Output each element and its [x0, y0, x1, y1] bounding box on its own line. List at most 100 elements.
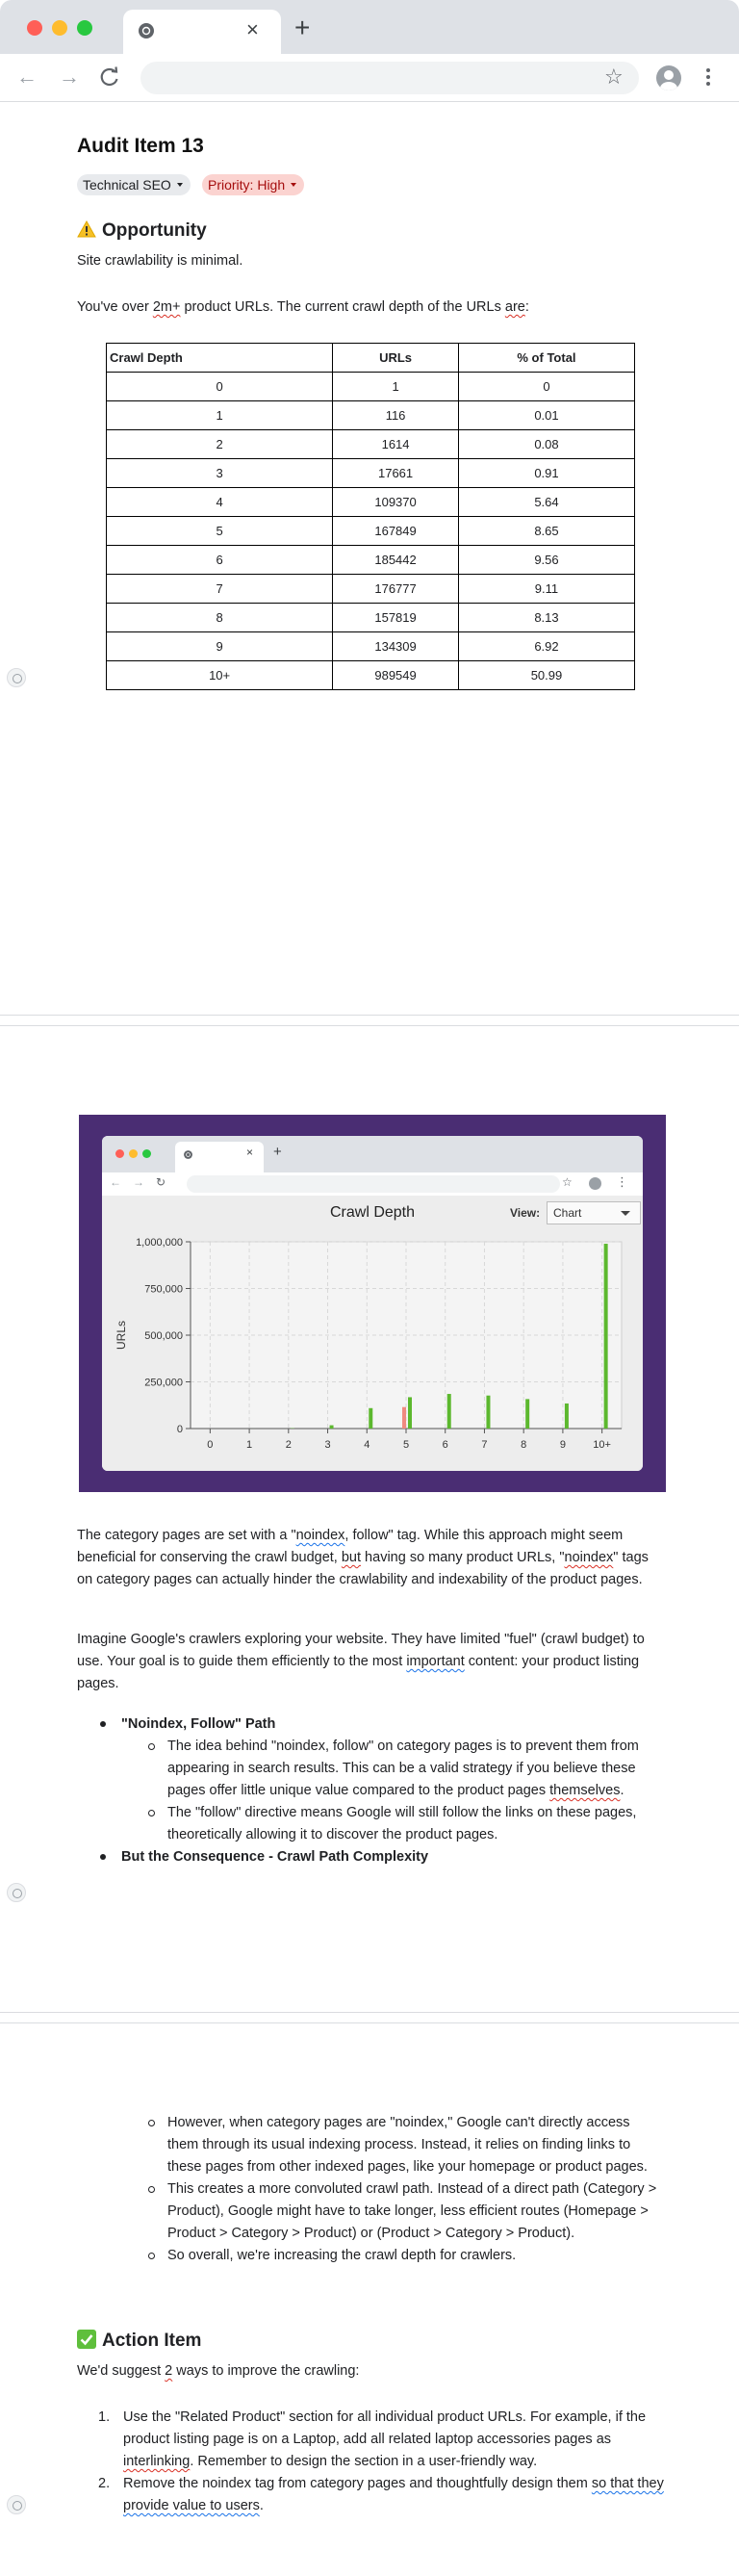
table-cell: 10+	[105, 660, 334, 690]
page-break	[0, 2012, 739, 2023]
list-item: The idea behind "noindex, follow" on cat…	[77, 1736, 664, 1802]
table-row: 7 176777 9.11	[105, 574, 636, 604]
view-dropdown[interactable]: Chart	[547, 1201, 641, 1224]
table-cell: 4	[105, 487, 334, 517]
y-tick-label: 1,000,000	[136, 1237, 183, 1249]
action-intro: We'd suggest 2 ways to improve the crawl…	[77, 2360, 664, 2383]
text-run: The category pages are set with a "	[77, 1528, 296, 1543]
comment-margin-icon[interactable]	[7, 668, 26, 687]
table-cell: 8.13	[457, 603, 636, 632]
column-header: Crawl Depth	[105, 343, 334, 373]
forward-arrow-icon: →	[133, 1175, 144, 1189]
list-item: But the Consequence - Crawl Path Complex…	[77, 1846, 664, 1868]
close-tab-icon[interactable]: ×	[246, 18, 259, 41]
maximize-window-button[interactable]	[77, 20, 92, 36]
close-tab-icon: ×	[246, 1146, 254, 1159]
list-item: The "follow" directive means Google will…	[77, 1802, 664, 1846]
table-cell: 8	[105, 603, 334, 632]
screenshot-maximize-dot	[142, 1149, 151, 1158]
list-number: 2.	[98, 2476, 111, 2491]
spellcheck-word: 2m+	[152, 299, 181, 315]
table-cell: 0.08	[457, 429, 636, 459]
paragraph-crawl-budget: Imagine Google's crawlers exploring your…	[77, 1629, 664, 1695]
text-run: :	[524, 299, 529, 315]
bullet-list-continued: However, when category pages are "noinde…	[77, 2112, 664, 2267]
minimize-window-button[interactable]	[52, 20, 67, 36]
column-header: % of Total	[457, 343, 636, 373]
tab-bar: × +	[0, 0, 739, 54]
action-item-heading: Action Item	[77, 2330, 201, 2352]
table-cell: 17661	[332, 458, 459, 488]
profile-avatar-icon	[589, 1177, 601, 1190]
bar	[603, 1244, 608, 1429]
comment-margin-icon[interactable]	[7, 1883, 26, 1902]
x-tick-label: 1	[246, 1439, 252, 1451]
table-cell: 5.64	[457, 487, 636, 517]
bookmark-star-icon[interactable]: ☆	[604, 65, 624, 89]
address-bar[interactable]	[140, 62, 639, 94]
x-tick-label: 2	[286, 1439, 292, 1451]
comment-margin-icon[interactable]	[7, 2495, 26, 2514]
table-cell: 8.65	[457, 516, 636, 546]
table-cell: 989549	[332, 660, 459, 690]
new-tab-button[interactable]: +	[294, 13, 310, 42]
bar	[446, 1394, 451, 1429]
opportunity-text: Site crawlability is minimal.	[77, 253, 243, 269]
screenshot-tab: ×	[175, 1142, 264, 1172]
x-tick-label: 3	[324, 1439, 330, 1451]
spellcheck-word: noindex	[564, 1550, 614, 1565]
table-cell: 2	[105, 429, 334, 459]
browser-toolbar: ← → ☆	[0, 54, 739, 102]
category-chip[interactable]: Technical SEO	[77, 174, 191, 195]
browser-tab[interactable]: ×	[123, 10, 281, 54]
table-row: 5 167849 8.65	[105, 516, 636, 546]
chart-panel: Crawl Depth View: Chart 0 250,000 500,000 7…	[102, 1196, 643, 1471]
more-menu-icon[interactable]	[704, 65, 712, 90]
page-break	[0, 1015, 739, 1026]
text-run: ways to improve the crawling:	[172, 2363, 360, 2379]
new-tab-icon: +	[273, 1144, 282, 1160]
y-tick-label: 250,000	[144, 1378, 183, 1389]
crawl-depth-bar-chart: 0 250,000 500,000 750,000 1,000,000 0 1 2 3 4 5 6 7 8…	[115, 1237, 623, 1451]
close-window-button[interactable]	[27, 20, 42, 36]
bar	[525, 1399, 530, 1429]
bullet-list: "Noindex, Follow" Path The idea behind "…	[77, 1713, 664, 1868]
table-cell: 5	[105, 516, 334, 546]
table-row: 10+ 989549 50.99	[105, 660, 636, 690]
reload-icon[interactable]	[96, 64, 123, 90]
opportunity-heading-text: Opportunity	[102, 220, 207, 241]
table-cell: 9	[105, 631, 334, 661]
spellcheck-word: but	[341, 1550, 362, 1565]
back-arrow-icon: ←	[110, 1175, 121, 1189]
crawl-depth-table: Crawl Depth URLs % of Total 010 1 116 0.01…	[105, 343, 636, 690]
text-run: .	[259, 2498, 264, 2513]
text-run: product URLs. The current crawl depth of…	[180, 299, 505, 315]
forward-arrow-icon[interactable]: →	[56, 64, 83, 90]
back-arrow-icon[interactable]: ←	[13, 64, 40, 90]
priority-chip[interactable]: Priority: High	[202, 174, 305, 195]
table-row: 010	[105, 372, 636, 401]
bar	[486, 1395, 491, 1429]
table-cell: 109370	[332, 487, 459, 517]
table-cell: 50.99	[457, 660, 636, 690]
table-cell: 0	[105, 372, 334, 401]
bar	[402, 1406, 406, 1429]
grammar-word: important	[406, 1654, 465, 1669]
list-number: 1.	[98, 2409, 111, 2425]
table-cell: 9.56	[457, 545, 636, 575]
table-row: 6 185442 9.56	[105, 545, 636, 575]
profile-avatar-icon[interactable]	[656, 65, 681, 90]
y-axis-label: URLs	[115, 1321, 128, 1350]
screenshot-browser-window: × + ← → ↻ ☆ ⋮ Crawl Depth View: Chart 02…	[102, 1136, 643, 1471]
table-cell: 3	[105, 458, 334, 488]
spellcheck-word: interlinking	[123, 2454, 191, 2469]
list-item: "Noindex, Follow" Path	[77, 1713, 664, 1736]
action-item-heading-text: Action Item	[102, 2331, 202, 2351]
table-cell: 7	[105, 574, 334, 604]
table-row: 2 1614 0.08	[105, 429, 636, 459]
list-item: 1. Use the "Related Product" section for …	[77, 2407, 664, 2473]
y-tick-label: 0	[177, 1424, 183, 1435]
screenshot-tab-bar: × +	[102, 1136, 643, 1172]
screenshot-close-dot	[115, 1149, 124, 1158]
x-tick-label: 10+	[593, 1439, 611, 1451]
